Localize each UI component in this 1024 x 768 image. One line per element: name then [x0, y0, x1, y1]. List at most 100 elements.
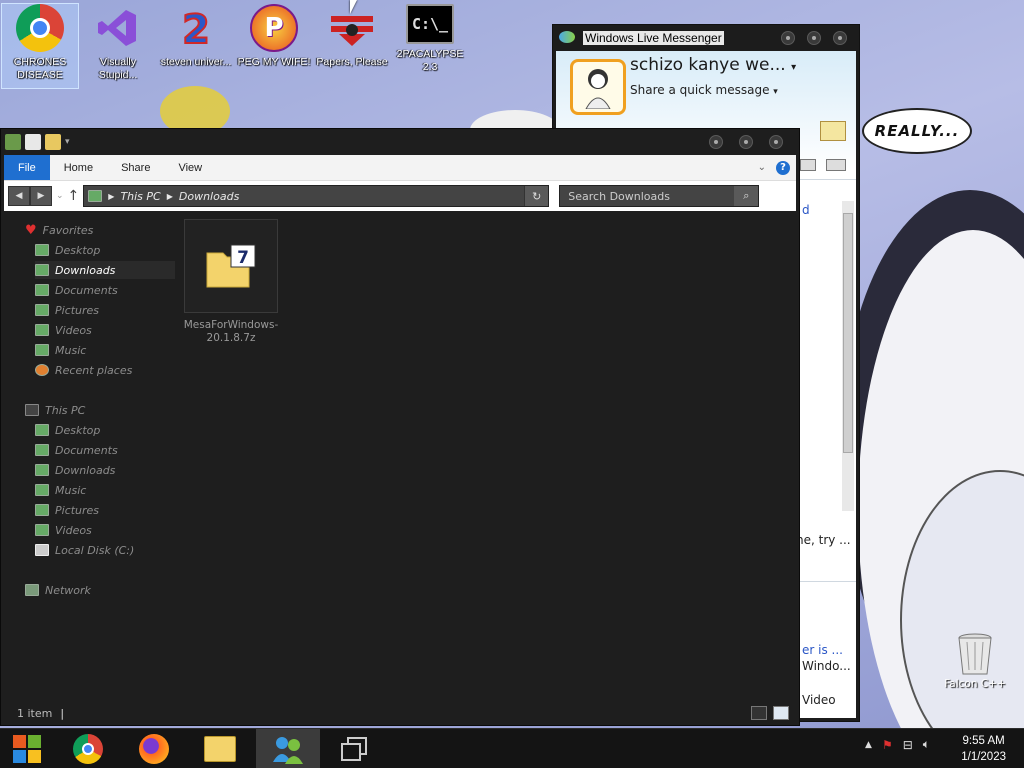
music-icon: [35, 344, 49, 356]
show-hidden-icons-icon[interactable]: ▲: [865, 740, 872, 750]
tab-home[interactable]: Home: [50, 155, 107, 180]
taskbar-chrome[interactable]: [56, 729, 120, 768]
desktop-icon-chrone[interactable]: CHRONES DISEASE: [1, 3, 79, 89]
nav-pc-local-disk[interactable]: Local Disk (C:): [35, 541, 175, 559]
recycle-bin-icon: [958, 633, 992, 675]
tab-share[interactable]: Share: [107, 155, 164, 180]
tab-view[interactable]: View: [164, 155, 216, 180]
pictures-icon: [35, 504, 49, 516]
explorer-titlebar[interactable]: ▾: [1, 129, 799, 155]
maximize-button[interactable]: [807, 31, 821, 45]
explorer-minimize-button[interactable]: [709, 135, 723, 149]
search-icon[interactable]: ⌕: [734, 186, 759, 206]
taskbar: ▲ ⚑ ⊟ 🔈︎ 9:55 AM 1/1/2023: [0, 728, 1024, 768]
nav-fav-recent-places[interactable]: Recent places: [35, 361, 175, 379]
terminal-icon: C:\_: [406, 4, 454, 44]
nav-fav-music[interactable]: Music: [35, 341, 175, 359]
taskbar-messenger[interactable]: [256, 729, 320, 768]
steven-universe-icon: 2: [172, 4, 220, 52]
minimize-button[interactable]: [781, 31, 795, 45]
taskbar-file-explorer[interactable]: [188, 729, 252, 768]
desktop-icon: [35, 244, 49, 256]
nav-pc-pictures[interactable]: Pictures: [35, 501, 175, 519]
layout-icon[interactable]: [800, 159, 816, 171]
action-center-flag-icon[interactable]: ⚑: [882, 738, 893, 752]
messenger-link-d[interactable]: d: [802, 203, 810, 217]
file-item[interactable]: 7 MesaForWindows-20.1.8.7z: [183, 219, 279, 345]
help-icon[interactable]: ?: [776, 160, 790, 175]
volume-icon[interactable]: 🔈︎: [923, 737, 930, 752]
details-view-button[interactable]: [751, 706, 767, 720]
search-input[interactable]: Search Downloads ⌕: [559, 185, 760, 207]
messenger-status-message[interactable]: Share a quick message ▾: [630, 83, 820, 97]
options-dropdown-icon[interactable]: [826, 159, 846, 171]
taskbar-task-view[interactable]: [322, 729, 386, 768]
recent-places-icon: [35, 364, 49, 376]
forward-button[interactable]: ▶: [30, 186, 52, 206]
folder-icon: [204, 736, 236, 762]
large-icons-view-button[interactable]: [773, 706, 789, 720]
nav-fav-downloads[interactable]: Downloads: [35, 261, 175, 279]
messenger-scroll-thumb[interactable]: [843, 213, 853, 453]
nav-network[interactable]: Network: [25, 581, 165, 599]
nav-pc-documents[interactable]: Documents: [35, 441, 175, 459]
nav-fav-pictures[interactable]: Pictures: [35, 301, 175, 319]
tab-file[interactable]: File: [4, 155, 50, 180]
computer-icon: [25, 404, 39, 416]
up-arrow-icon[interactable]: ↑: [68, 188, 80, 204]
messenger-scrollbar[interactable]: [842, 201, 854, 511]
messenger-display-name[interactable]: schizo kanye we... ▾: [630, 55, 820, 75]
explorer-maximize-button[interactable]: [739, 135, 753, 149]
file-explorer-window[interactable]: ▾ File Home Share View ⌄ ? ◀ ▶ ⌄ ↑ ▶ Thi…: [0, 128, 800, 726]
breadcrumb-this-pc[interactable]: This PC: [120, 190, 160, 203]
nav-this-pc[interactable]: This PC: [25, 401, 165, 419]
breadcrumb-downloads[interactable]: Downloads: [179, 190, 239, 203]
mouse-cursor: [350, 0, 357, 14]
nav-pc-music[interactable]: Music: [35, 481, 175, 499]
music-icon: [35, 484, 49, 496]
clock[interactable]: 9:55 AM 1/1/2023: [961, 733, 1006, 765]
messenger-titlebar[interactable]: Windows Live Messenger: [553, 25, 859, 51]
nav-fav-desktop[interactable]: Desktop: [35, 241, 175, 259]
desktop-icon-peg[interactable]: P PEG MY WIFE!: [236, 4, 312, 69]
address-bar[interactable]: ▶ This PC ▶ Downloads ↻: [83, 185, 550, 207]
desktop-icon-2pacalypse[interactable]: C:\_ 2PACALYPSE 2.3: [392, 4, 468, 74]
system-tray: ▲ ⚑ ⊟ 🔈︎: [865, 737, 930, 752]
nav-pc-downloads[interactable]: Downloads: [35, 461, 175, 479]
back-button[interactable]: ◀: [8, 186, 30, 206]
speech-bubble: REALLY...: [862, 108, 972, 154]
messenger-avatar[interactable]: [570, 59, 626, 115]
svg-text:7: 7: [237, 248, 249, 268]
desktop-icon-steven-universe[interactable]: 2 steven univer...: [158, 4, 234, 69]
visual-studio-icon: [94, 4, 142, 52]
explorer-close-button[interactable]: [769, 135, 783, 149]
nav-fav-videos[interactable]: Videos: [35, 321, 175, 339]
documents-icon: [35, 444, 49, 456]
desktop-icon-visual-studio[interactable]: Visually Stupid...: [80, 4, 156, 82]
messenger-mail-icon[interactable]: [820, 121, 846, 141]
messenger-link-is[interactable]: er is ...: [802, 643, 843, 657]
start-orb-icon: [13, 735, 41, 763]
close-button[interactable]: [833, 31, 847, 45]
nav-favorites[interactable]: ♥ Favorites: [25, 221, 165, 239]
desktop-icon-falcon[interactable]: Falcon C++: [944, 632, 1006, 690]
ribbon-expand-icon[interactable]: ⌄: [758, 162, 766, 173]
nav-fav-documents[interactable]: Documents: [35, 281, 175, 299]
taskbar-firefox[interactable]: [122, 729, 186, 768]
network-tray-icon[interactable]: ⊟: [903, 738, 913, 752]
ribbon: File Home Share View ⌄ ?: [4, 155, 796, 181]
quick-access-dropdown-icon[interactable]: ▾: [65, 137, 70, 147]
address-folder-icon: [88, 190, 103, 202]
recent-locations-icon[interactable]: ⌄: [56, 191, 64, 201]
status-bar: 1 item |: [1, 701, 799, 725]
file-name: MesaForWindows-20.1.8.7z: [183, 319, 279, 344]
svg-text:2: 2: [182, 7, 210, 51]
nav-pc-videos[interactable]: Videos: [35, 521, 175, 539]
firefox-icon: [139, 734, 169, 764]
start-button[interactable]: [0, 729, 54, 768]
videos-icon: [35, 524, 49, 536]
refresh-icon[interactable]: ↻: [524, 186, 549, 206]
nav-pc-desktop[interactable]: Desktop: [35, 421, 175, 439]
properties-icon[interactable]: [25, 134, 41, 150]
new-folder-icon[interactable]: [45, 134, 61, 150]
